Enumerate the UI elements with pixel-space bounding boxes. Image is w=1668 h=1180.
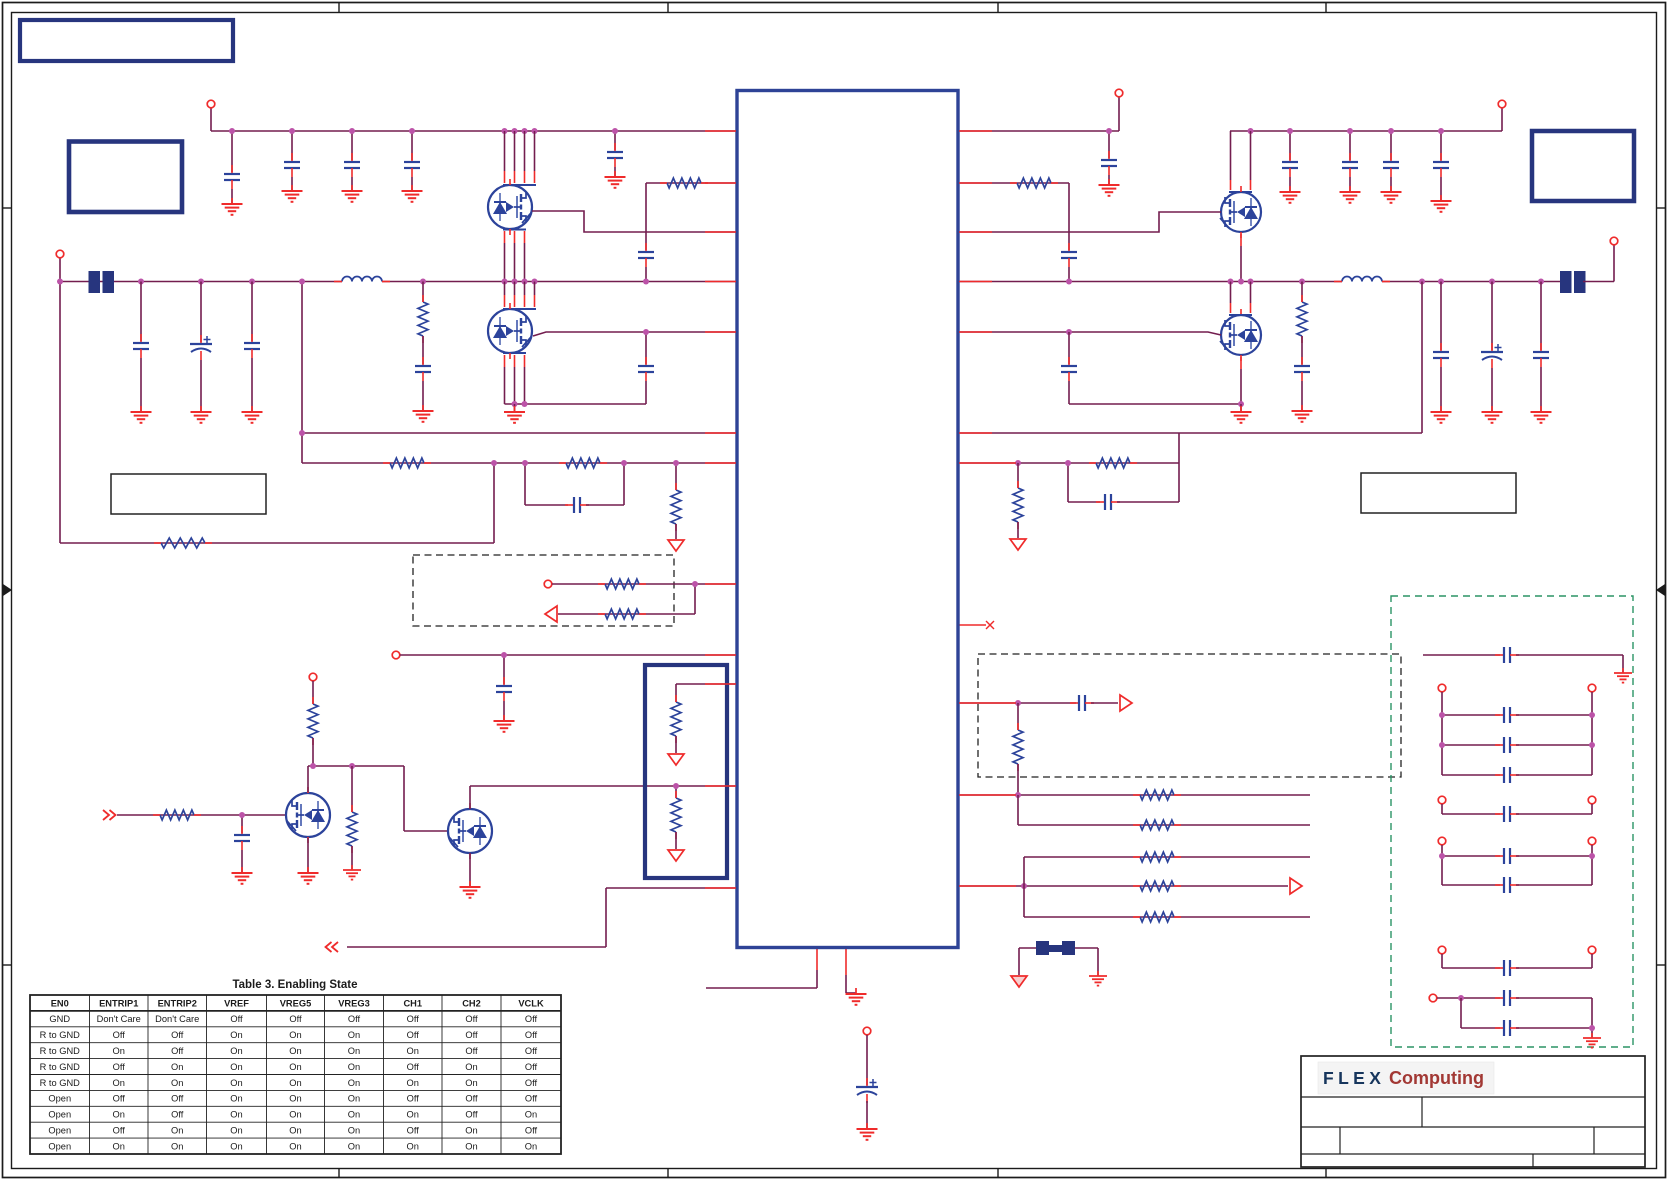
svg-text:EN0: EN0 bbox=[51, 998, 69, 1008]
svg-text:On: On bbox=[348, 1078, 360, 1088]
svg-text:On: On bbox=[113, 1141, 125, 1151]
svg-text:On: On bbox=[348, 1126, 360, 1136]
svg-text:On: On bbox=[230, 1141, 242, 1151]
svg-text:VREF: VREF bbox=[224, 998, 249, 1008]
svg-text:On: On bbox=[113, 1110, 125, 1120]
svg-text:On: On bbox=[465, 1078, 477, 1088]
svg-text:On: On bbox=[171, 1126, 183, 1136]
svg-text:Off: Off bbox=[525, 1094, 538, 1104]
svg-text:Table 3. Enabling State: Table 3. Enabling State bbox=[232, 979, 357, 991]
svg-text:Off: Off bbox=[525, 1014, 538, 1024]
svg-text:Open: Open bbox=[48, 1110, 71, 1120]
svg-text:On: On bbox=[289, 1141, 301, 1151]
svg-text:On: On bbox=[465, 1062, 477, 1072]
svg-text:Off: Off bbox=[407, 1014, 420, 1024]
svg-text:On: On bbox=[407, 1078, 419, 1088]
svg-text:On: On bbox=[171, 1078, 183, 1088]
svg-text:On: On bbox=[407, 1141, 419, 1151]
svg-text:On: On bbox=[230, 1110, 242, 1120]
svg-text:On: On bbox=[113, 1046, 125, 1056]
svg-text:Off: Off bbox=[465, 1030, 478, 1040]
svg-text:On: On bbox=[289, 1078, 301, 1088]
svg-text:R to GND: R to GND bbox=[40, 1046, 81, 1056]
svg-text:Off: Off bbox=[525, 1126, 538, 1136]
svg-text:On: On bbox=[289, 1030, 301, 1040]
svg-text:On: On bbox=[230, 1062, 242, 1072]
svg-text:CH1: CH1 bbox=[403, 998, 422, 1008]
svg-text:GND: GND bbox=[49, 1014, 70, 1024]
svg-text:Off: Off bbox=[525, 1030, 538, 1040]
svg-text:Open: Open bbox=[48, 1126, 71, 1136]
svg-text:VREG5: VREG5 bbox=[280, 998, 312, 1008]
svg-text:Off: Off bbox=[171, 1110, 184, 1120]
svg-text:Don't Care: Don't Care bbox=[97, 1014, 141, 1024]
svg-text:On: On bbox=[289, 1062, 301, 1072]
svg-text:On: On bbox=[465, 1141, 477, 1151]
svg-text:ENTRIP2: ENTRIP2 bbox=[158, 998, 197, 1008]
svg-text:On: On bbox=[348, 1141, 360, 1151]
svg-text:Open: Open bbox=[48, 1094, 71, 1104]
svg-text:Off: Off bbox=[171, 1046, 184, 1056]
svg-text:On: On bbox=[407, 1046, 419, 1056]
svg-text:Off: Off bbox=[171, 1094, 184, 1104]
svg-text:Off: Off bbox=[407, 1030, 420, 1040]
svg-text:On: On bbox=[230, 1046, 242, 1056]
svg-text:On: On bbox=[348, 1030, 360, 1040]
svg-text:On: On bbox=[113, 1078, 125, 1088]
svg-text:Computing: Computing bbox=[1389, 1068, 1484, 1088]
svg-text:R to GND: R to GND bbox=[40, 1078, 81, 1088]
svg-text:Off: Off bbox=[407, 1094, 420, 1104]
svg-text:On: On bbox=[348, 1046, 360, 1056]
svg-text:Off: Off bbox=[113, 1030, 126, 1040]
svg-text:R to GND: R to GND bbox=[40, 1030, 81, 1040]
svg-text:ENTRIP1: ENTRIP1 bbox=[99, 998, 138, 1008]
svg-text:Open: Open bbox=[48, 1141, 71, 1151]
svg-text:Off: Off bbox=[113, 1062, 126, 1072]
svg-text:CH2: CH2 bbox=[462, 998, 481, 1008]
svg-text:On: On bbox=[289, 1126, 301, 1136]
svg-text:Off: Off bbox=[113, 1126, 126, 1136]
svg-text:On: On bbox=[171, 1062, 183, 1072]
svg-text:On: On bbox=[230, 1030, 242, 1040]
svg-text:On: On bbox=[171, 1141, 183, 1151]
svg-text:VREG3: VREG3 bbox=[338, 998, 370, 1008]
svg-text:On: On bbox=[348, 1110, 360, 1120]
svg-text:FLEX: FLEX bbox=[1323, 1068, 1385, 1088]
svg-text:On: On bbox=[465, 1126, 477, 1136]
svg-text:Off: Off bbox=[230, 1014, 243, 1024]
svg-text:On: On bbox=[348, 1062, 360, 1072]
svg-text:Off: Off bbox=[465, 1046, 478, 1056]
svg-text:Off: Off bbox=[525, 1078, 538, 1088]
svg-text:Off: Off bbox=[465, 1094, 478, 1104]
svg-text:Off: Off bbox=[348, 1014, 361, 1024]
svg-text:Off: Off bbox=[465, 1110, 478, 1120]
svg-text:VCLK: VCLK bbox=[518, 998, 544, 1008]
svg-text:R to GND: R to GND bbox=[40, 1062, 81, 1072]
svg-text:Off: Off bbox=[171, 1030, 184, 1040]
svg-text:On: On bbox=[230, 1126, 242, 1136]
svg-text:Off: Off bbox=[525, 1046, 538, 1056]
svg-text:On: On bbox=[230, 1094, 242, 1104]
svg-text:On: On bbox=[289, 1110, 301, 1120]
svg-text:On: On bbox=[348, 1094, 360, 1104]
svg-text:Don't Care: Don't Care bbox=[155, 1014, 199, 1024]
svg-text:On: On bbox=[525, 1110, 537, 1120]
svg-text:Off: Off bbox=[525, 1062, 538, 1072]
svg-text:Off: Off bbox=[407, 1126, 420, 1136]
svg-text:On: On bbox=[289, 1046, 301, 1056]
svg-text:On: On bbox=[230, 1078, 242, 1088]
svg-text:On: On bbox=[289, 1094, 301, 1104]
svg-text:Off: Off bbox=[407, 1062, 420, 1072]
svg-text:Off: Off bbox=[289, 1014, 302, 1024]
svg-text:On: On bbox=[407, 1110, 419, 1120]
svg-text:Off: Off bbox=[465, 1014, 478, 1024]
svg-text:On: On bbox=[525, 1141, 537, 1151]
svg-text:Off: Off bbox=[113, 1094, 126, 1104]
